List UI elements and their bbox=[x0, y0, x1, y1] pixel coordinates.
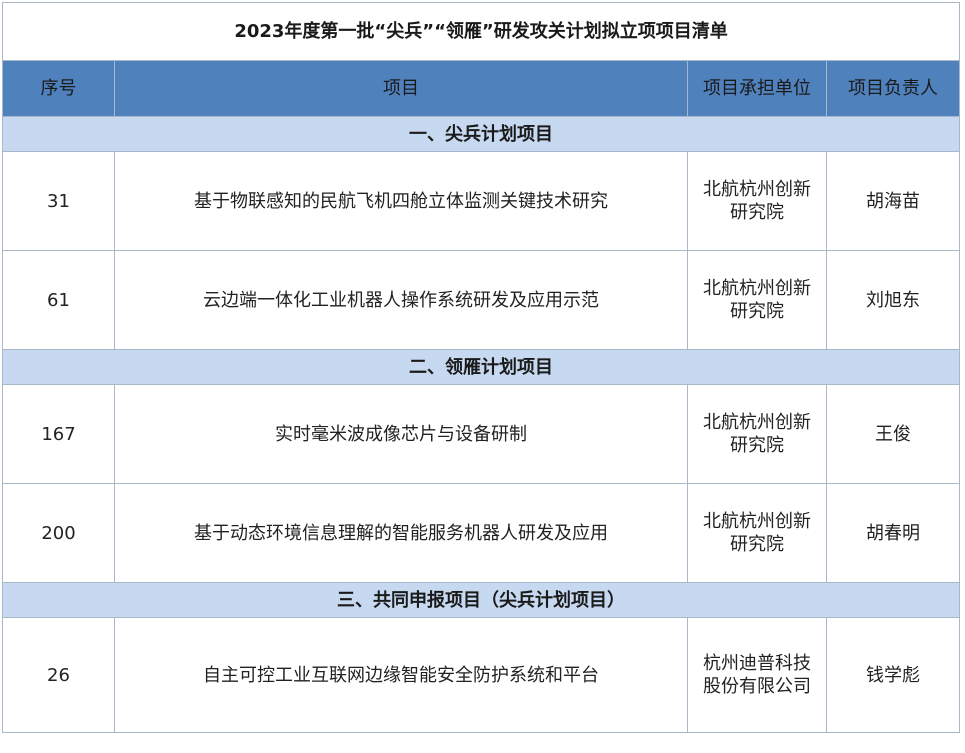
header-project: 项目 bbox=[114, 60, 688, 117]
cell-project: 云边端一体化工业机器人操作系统研发及应用示范 bbox=[114, 250, 688, 350]
section-label: 三、共同申报项目（尖兵计划项目） bbox=[1, 582, 961, 618]
project-list-document: 2023年度第一批“尖兵”“领雁”研发攻关计划拟立项项目清单 序号 项目 项目承… bbox=[1, 2, 963, 749]
cell-unit: 北航杭州创新研究院 bbox=[687, 384, 827, 484]
section-label: 二、领雁计划项目 bbox=[1, 349, 961, 385]
cell-leader: 刘旭东 bbox=[825, 250, 961, 350]
header-row: 序号 项目 项目承担单位 项目负责人 bbox=[2, 60, 961, 117]
header-no: 序号 bbox=[2, 60, 115, 117]
project-table: 2023年度第一批“尖兵”“领雁”研发攻关计划拟立项项目清单 序号 项目 项目承… bbox=[1, 2, 961, 733]
cell-no: 26 bbox=[2, 617, 115, 733]
cell-project: 实时毫米波成像芯片与设备研制 bbox=[114, 384, 688, 484]
table-row: 167 实时毫米波成像芯片与设备研制 北航杭州创新研究院 王俊 bbox=[2, 384, 961, 484]
cell-project: 自主可控工业互联网边缘智能安全防护系统和平台 bbox=[114, 617, 688, 733]
cell-leader: 王俊 bbox=[825, 384, 961, 484]
cell-project: 基于动态环境信息理解的智能服务机器人研发及应用 bbox=[114, 483, 688, 583]
section-label: 一、尖兵计划项目 bbox=[1, 116, 961, 152]
cell-no: 167 bbox=[2, 384, 115, 484]
cell-unit: 北航杭州创新研究院 bbox=[687, 250, 827, 350]
table-row: 31 基于物联感知的民航飞机四舱立体监测关键技术研究 北航杭州创新研究院 胡海苗 bbox=[2, 151, 961, 251]
section-row: 三、共同申报项目（尖兵计划项目） bbox=[1, 582, 961, 618]
header-leader: 项目负责人 bbox=[825, 60, 961, 117]
table-row: 61 云边端一体化工业机器人操作系统研发及应用示范 北航杭州创新研究院 刘旭东 bbox=[2, 250, 961, 350]
cell-no: 31 bbox=[2, 151, 115, 251]
cell-no: 61 bbox=[2, 250, 115, 350]
header-unit: 项目承担单位 bbox=[687, 60, 827, 117]
section-row: 一、尖兵计划项目 bbox=[1, 116, 961, 152]
cell-unit: 北航杭州创新研究院 bbox=[687, 151, 827, 251]
table-row: 26 自主可控工业互联网边缘智能安全防护系统和平台 杭州迪普科技股份有限公司 钱… bbox=[2, 617, 961, 733]
cell-no: 200 bbox=[2, 483, 115, 583]
table-title: 2023年度第一批“尖兵”“领雁”研发攻关计划拟立项项目清单 bbox=[1, 2, 961, 61]
title-row: 2023年度第一批“尖兵”“领雁”研发攻关计划拟立项项目清单 bbox=[1, 2, 961, 61]
cell-unit: 杭州迪普科技股份有限公司 bbox=[687, 617, 827, 733]
cell-leader: 胡海苗 bbox=[825, 151, 961, 251]
table-row: 200 基于动态环境信息理解的智能服务机器人研发及应用 北航杭州创新研究院 胡春… bbox=[2, 483, 961, 583]
section-row: 二、领雁计划项目 bbox=[1, 349, 961, 385]
cell-leader: 钱学彪 bbox=[825, 617, 961, 733]
cell-leader: 胡春明 bbox=[825, 483, 961, 583]
cell-project: 基于物联感知的民航飞机四舱立体监测关键技术研究 bbox=[114, 151, 688, 251]
cell-unit: 北航杭州创新研究院 bbox=[687, 483, 827, 583]
